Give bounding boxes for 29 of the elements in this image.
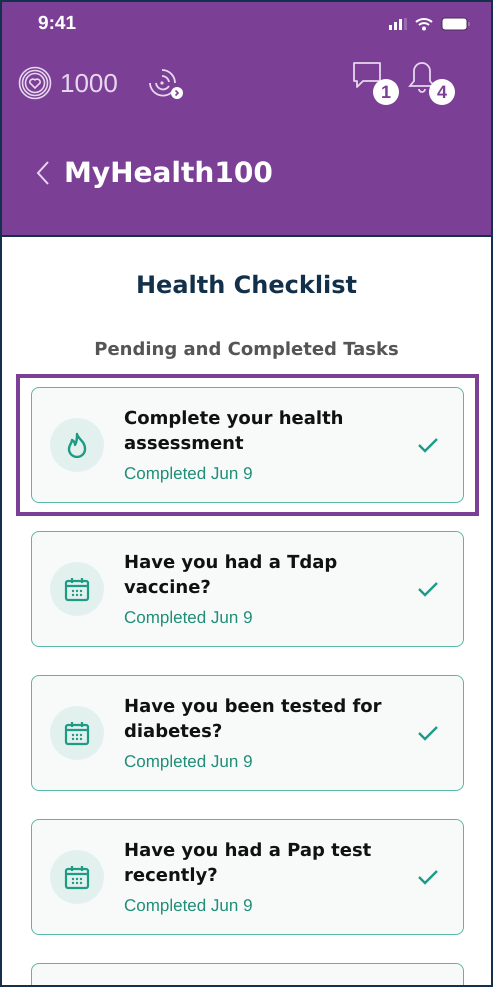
task-card[interactable]: Have you been tested for diabetes? Completed Jun 9 [31, 675, 464, 791]
signal-icon [389, 18, 407, 30]
calendar-icon [64, 576, 90, 602]
task-title: Have you had a Pap test recently? [124, 839, 372, 888]
section-title: Pending and Completed Tasks [93, 339, 400, 360]
message-count-badge: 1 [373, 79, 399, 105]
task-status: Completed Jun 9 [124, 464, 254, 484]
page-title: Health Checklist [134, 271, 358, 299]
wifi-icon [415, 17, 433, 31]
task-title: Have you been tested for diabetes? [124, 695, 383, 744]
chat-icon [351, 61, 383, 91]
task-title: Have you had a Tdap vaccine? [124, 551, 338, 600]
status-time: 9:41 [38, 13, 76, 35]
task-card[interactable]: Have you had a Pap test recently? Completed Jun 9 [31, 819, 464, 935]
task-card[interactable]: Complete your health assessment Completed Jun 9 [31, 387, 464, 503]
heart-badge-icon [18, 66, 52, 100]
app-title: MyHealth100 [64, 156, 273, 189]
notification-count-badge: 4 [429, 79, 455, 105]
calendar-icon [64, 720, 90, 746]
task-card[interactable]: Have you had a Tdap vaccine? Completed Jun 9 [31, 531, 464, 647]
task-status: Completed Jun 9 [124, 752, 254, 772]
task-status: Completed Jun 9 [124, 608, 254, 628]
back-icon[interactable] [36, 160, 50, 186]
calendar-icon [64, 864, 90, 890]
battery-icon [441, 17, 471, 31]
task-status: Completed Jun 9 [124, 896, 254, 916]
task-title: Complete your health assessment [124, 407, 344, 456]
points-count: 1000 [60, 68, 118, 98]
flame-icon [67, 432, 87, 458]
